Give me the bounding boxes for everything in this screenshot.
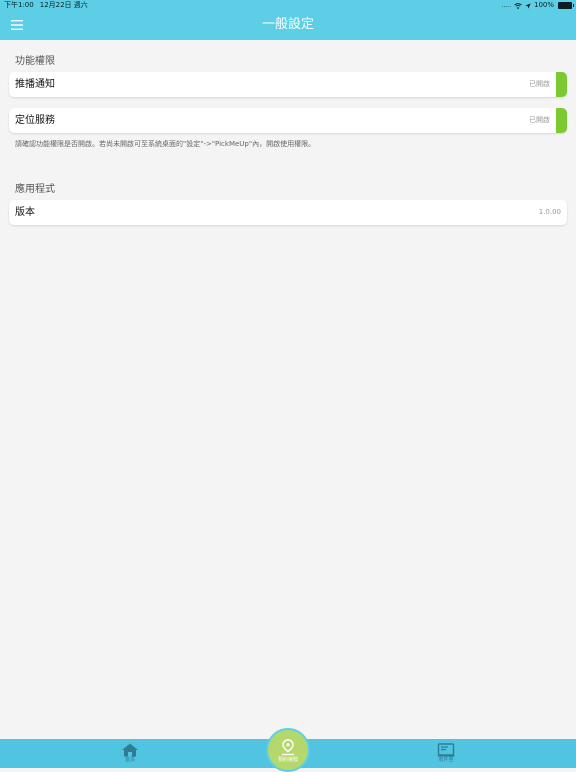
status-time: 下午1:00 bbox=[4, 1, 34, 9]
app-header: 下午1:00 12月22日 週六 ..... 100% 一般設定 bbox=[0, 0, 576, 40]
tab-home-label: 首頁 bbox=[124, 757, 135, 763]
wifi-icon bbox=[514, 2, 522, 9]
battery-icon bbox=[558, 2, 574, 9]
tab-inbox[interactable]: 收件匣 bbox=[416, 739, 476, 768]
battery-percent: 100% bbox=[533, 1, 554, 9]
tab-inbox-label: 收件匣 bbox=[438, 757, 454, 763]
home-icon bbox=[122, 743, 138, 757]
version-label: 版本 bbox=[15, 207, 35, 218]
section-title-permissions: 功能權限 bbox=[15, 56, 55, 67]
version-row: 版本 1.0.00 bbox=[9, 200, 567, 225]
permission-note: 請確認功能權限是否開啟。若尚未開啟可至系統桌面的"設定"->"PickMeUp"… bbox=[15, 140, 316, 148]
nav-bar: 一般設定 bbox=[0, 11, 576, 40]
tab-home[interactable]: 首頁 bbox=[100, 739, 160, 768]
location-service-label: 定位服務 bbox=[15, 115, 55, 126]
push-notification-status: 已開啟 bbox=[529, 80, 550, 88]
book-shuttle-label: 預約接駁 bbox=[277, 757, 298, 763]
push-notification-row[interactable]: 推播通知 已開啟 bbox=[9, 72, 567, 97]
version-value: 1.0.00 bbox=[538, 208, 561, 216]
push-notification-label: 推播通知 bbox=[15, 79, 55, 90]
inbox-icon bbox=[437, 743, 455, 757]
page-title: 一般設定 bbox=[261, 17, 314, 32]
location-arrow-icon bbox=[525, 2, 531, 9]
location-service-row[interactable]: 定位服務 已開啟 bbox=[9, 108, 567, 133]
status-left: 下午1:00 12月22日 週六 bbox=[4, 0, 94, 11]
status-right: ..... 100% bbox=[501, 0, 574, 11]
section-title-app: 應用程式 bbox=[15, 184, 55, 195]
enabled-indicator bbox=[556, 108, 567, 133]
enabled-indicator bbox=[556, 72, 567, 97]
book-shuttle-button[interactable]: 預約接駁 bbox=[266, 728, 310, 772]
location-service-status: 已開啟 bbox=[529, 116, 550, 124]
location-pin-icon bbox=[282, 739, 294, 756]
signal-icon: ..... bbox=[501, 2, 511, 9]
status-date: 12月22日 週六 bbox=[39, 1, 88, 9]
status-bar: 下午1:00 12月22日 週六 ..... 100% bbox=[0, 0, 576, 11]
